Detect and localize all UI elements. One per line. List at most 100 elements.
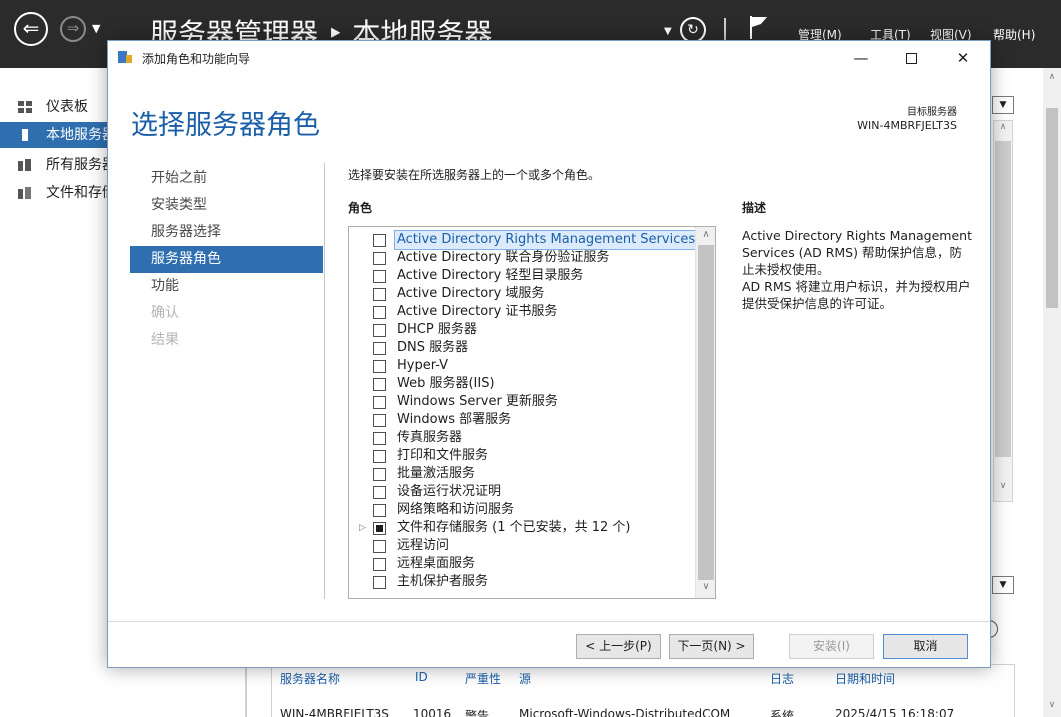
role-checkbox[interactable]: [373, 360, 386, 373]
role-item[interactable]: 设备运行状况证明: [349, 483, 695, 501]
event-cell-datetime: 2025/4/15 16:18:07: [835, 707, 955, 717]
role-item[interactable]: 远程桌面服务: [349, 555, 695, 573]
role-checkbox[interactable]: [373, 396, 386, 409]
role-checkbox[interactable]: [373, 270, 386, 283]
role-label: Active Directory Rights Management Servi…: [393, 230, 699, 250]
properties-scrollbar[interactable]: ∧ ∨: [993, 120, 1013, 502]
role-item[interactable]: ▷ 文件和存储服务 (1 个已安装，共 12 个): [349, 519, 695, 537]
chevron-down-icon[interactable]: ▼: [664, 26, 672, 37]
role-item[interactable]: Active Directory 轻型目录服务: [349, 267, 695, 285]
scroll-up-icon[interactable]: ∧: [994, 122, 1012, 132]
divider: [324, 163, 325, 599]
role-checkbox[interactable]: [373, 378, 386, 391]
wizard-app-icon: [118, 51, 132, 63]
wizard-step[interactable]: 功能: [130, 273, 323, 300]
scroll-down-icon[interactable]: ∨: [696, 581, 715, 592]
scroll-down-icon[interactable]: ∨: [994, 481, 1012, 491]
install-button[interactable]: 安装(I): [789, 634, 874, 659]
role-label: 远程桌面服务: [397, 556, 476, 571]
role-checkbox[interactable]: [373, 252, 386, 265]
scroll-up-icon[interactable]: ∧: [696, 229, 715, 240]
wizard-step[interactable]: 服务器选择: [130, 219, 323, 246]
role-item[interactable]: 批量激活服务: [349, 465, 695, 483]
role-checkbox[interactable]: [373, 234, 386, 247]
wizard-step[interactable]: 服务器角色: [130, 246, 323, 273]
cancel-button[interactable]: 取消: [883, 634, 968, 659]
role-checkbox[interactable]: [373, 468, 386, 481]
role-item[interactable]: Web 服务器(IIS): [349, 375, 695, 393]
wizard-step: 确认: [151, 305, 179, 321]
scroll-up-icon[interactable]: ∧: [1043, 72, 1061, 82]
role-label: 批量激活服务: [397, 466, 476, 481]
minimize-icon[interactable]: —: [838, 41, 884, 75]
role-checkbox[interactable]: [373, 324, 386, 337]
role-item[interactable]: 远程访问: [349, 537, 695, 555]
role-checkbox[interactable]: [373, 342, 386, 355]
maximize-icon[interactable]: [888, 41, 934, 75]
dialog-titlebar[interactable]: 添加角色和功能向导 — ✕: [108, 41, 990, 75]
previous-button[interactable]: < 上一步(P): [576, 634, 661, 659]
role-item[interactable]: Active Directory Rights Management Servi…: [349, 230, 699, 250]
chevron-down-icon[interactable]: ▼: [92, 22, 100, 35]
scrollbar-thumb[interactable]: [995, 141, 1011, 457]
column-header-log[interactable]: 日志: [770, 670, 794, 687]
role-checkbox[interactable]: [373, 576, 386, 589]
wizard-step[interactable]: 安装类型: [130, 192, 323, 219]
role-checkbox[interactable]: [373, 486, 386, 499]
roles-scrollbar[interactable]: ∧ ∨: [695, 227, 715, 598]
description-header: 描述: [742, 201, 767, 215]
role-item[interactable]: 传真服务器: [349, 429, 695, 447]
column-header-datetime[interactable]: 日期和时间: [835, 670, 895, 687]
role-checkbox[interactable]: [373, 540, 386, 553]
expand-arrow-icon[interactable]: ▷: [359, 519, 369, 537]
role-label: 设备运行状况证明: [397, 484, 502, 499]
notification-flag-icon[interactable]: [748, 14, 770, 40]
role-item[interactable]: Active Directory 域服务: [349, 285, 695, 303]
role-label: DNS 服务器: [397, 340, 469, 355]
next-button[interactable]: 下一页(N) >: [669, 634, 754, 659]
column-header-server-name[interactable]: 服务器名称: [280, 670, 340, 687]
role-item[interactable]: 主机保护者服务: [349, 573, 695, 591]
scrollbar-thumb[interactable]: [1046, 108, 1058, 308]
event-cell-severity: 警告: [465, 709, 490, 717]
forward-icon[interactable]: ⇒: [60, 16, 86, 42]
role-item[interactable]: Hyper-V: [349, 357, 695, 375]
role-item[interactable]: 打印和文件服务: [349, 447, 695, 465]
role-label: Windows Server 更新服务: [397, 394, 558, 409]
roles-list[interactable]: Active Directory Rights Management Servi…: [348, 226, 716, 599]
role-item[interactable]: Active Directory 联合身份验证服务: [349, 249, 695, 267]
role-label: 主机保护者服务: [397, 574, 489, 589]
scroll-down-icon[interactable]: ∨: [1043, 700, 1061, 710]
role-item[interactable]: Windows 部署服务: [349, 411, 695, 429]
column-header-severity[interactable]: 严重性: [465, 670, 501, 687]
role-item[interactable]: 网络策略和访问服务: [349, 501, 695, 519]
role-checkbox[interactable]: [373, 432, 386, 445]
back-icon[interactable]: ⇐: [14, 12, 48, 46]
role-label: 网络策略和访问服务: [397, 502, 515, 517]
close-icon[interactable]: ✕: [940, 41, 986, 75]
role-item[interactable]: Active Directory 证书服务: [349, 303, 695, 321]
chevron-down-icon[interactable]: ▼: [992, 576, 1014, 594]
wizard-step: 结果: [151, 332, 179, 348]
role-checkbox[interactable]: [373, 558, 386, 571]
role-checkbox[interactable]: [373, 288, 386, 301]
separator: [724, 18, 726, 40]
menu-help[interactable]: 帮助(H): [993, 26, 1035, 43]
roles-header: 角色: [348, 201, 373, 215]
role-checkbox[interactable]: [373, 450, 386, 463]
scrollbar-thumb[interactable]: [698, 245, 714, 580]
role-checkbox[interactable]: [373, 522, 386, 535]
role-item[interactable]: DHCP 服务器: [349, 321, 695, 339]
wizard-step[interactable]: 开始之前: [130, 165, 323, 192]
role-checkbox[interactable]: [373, 504, 386, 517]
servers-icon: [18, 159, 31, 171]
column-header-source[interactable]: 源: [519, 670, 531, 687]
role-item[interactable]: DNS 服务器: [349, 339, 695, 357]
role-item[interactable]: Windows Server 更新服务: [349, 393, 695, 411]
instruction-text: 选择要安装在所选服务器上的一个或多个角色。: [348, 168, 601, 182]
role-checkbox[interactable]: [373, 414, 386, 427]
main-scrollbar[interactable]: ∧ ∨: [1043, 68, 1061, 717]
column-header-id[interactable]: ID: [415, 670, 428, 684]
chevron-down-icon[interactable]: ▼: [992, 96, 1014, 114]
role-checkbox[interactable]: [373, 306, 386, 319]
